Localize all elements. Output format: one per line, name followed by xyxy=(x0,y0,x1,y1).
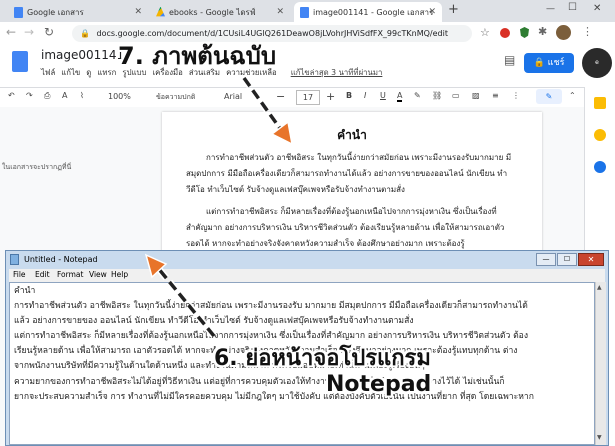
step-6-subcaption: Notepad xyxy=(326,372,432,397)
step-6-caption: 6. ย่อหน้าจอโปรแกรม xyxy=(214,346,431,371)
arrow-to-notepad xyxy=(144,253,217,339)
arrow-to-original xyxy=(241,75,294,146)
annotation-arrows xyxy=(144,75,294,339)
